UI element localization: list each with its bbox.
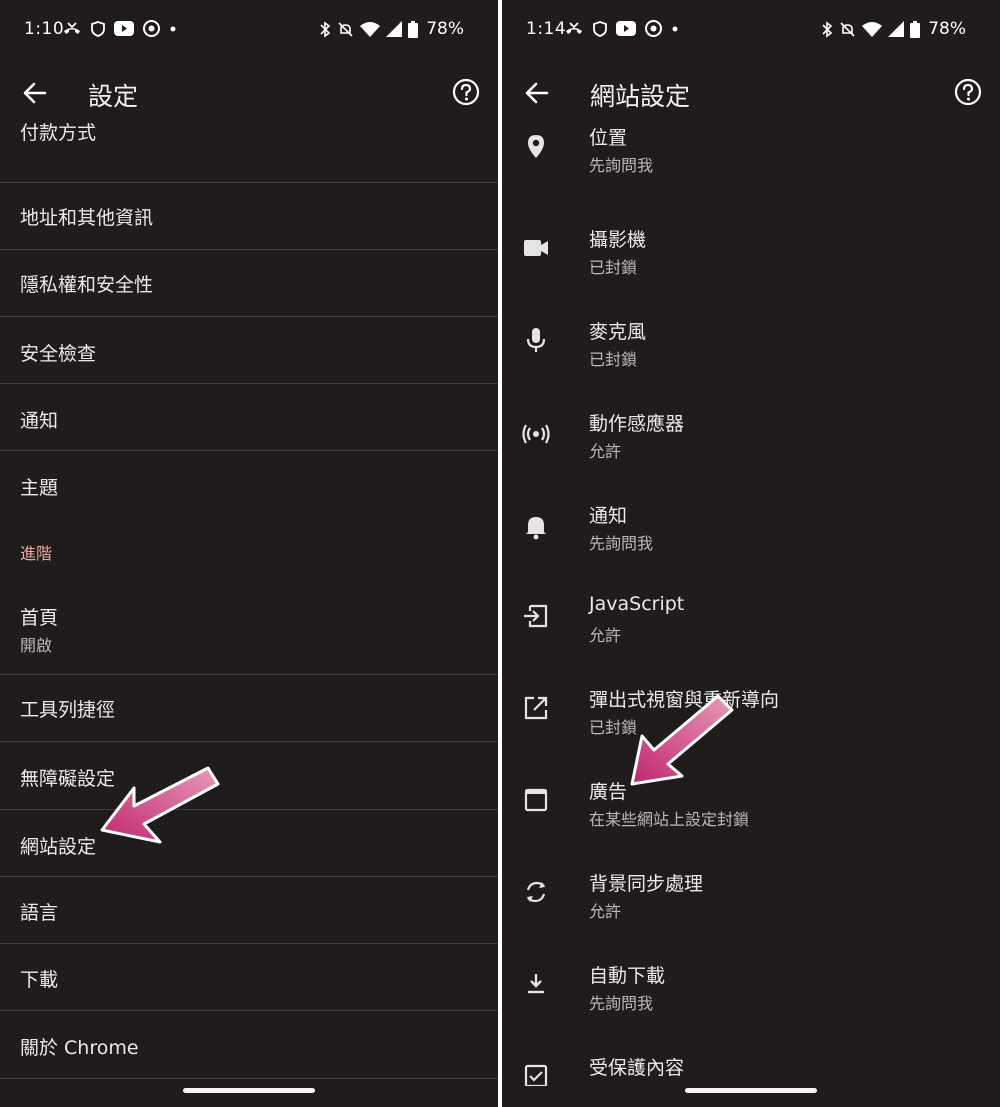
chrome-icon (645, 20, 662, 37)
site-setting-background-sync[interactable]: 背景同步處理 允許 (502, 852, 1000, 940)
motion-sensor-icon (522, 424, 550, 444)
status-time: 1:14 (526, 19, 567, 39)
signal-icon (386, 21, 403, 37)
site-setting-javascript[interactable]: JavaScript 允許 (502, 576, 1000, 664)
site-setting-notifications[interactable]: 通知 先詢問我 (502, 484, 1000, 572)
status-bar: 1:14 78% (502, 0, 1000, 60)
site-setting-location[interactable]: 位置 先詢問我 (502, 116, 1000, 204)
site-setting-protected-content[interactable]: 受保護內容 (502, 1036, 1000, 1086)
battery-percent: 78% (928, 19, 966, 39)
download-icon (528, 974, 544, 994)
bluetooth-icon (320, 20, 331, 38)
settings-item-payment[interactable]: 付款方式 (0, 108, 498, 183)
back-arrow-icon[interactable] (20, 78, 50, 108)
sync-icon (526, 881, 546, 903)
settings-screen: 1:10 78% 設定 付款方式 地址和其他資訊 隱私權和安全性 安全檢查 通知… (0, 0, 498, 1107)
ads-icon (524, 788, 548, 812)
site-setting-auto-downloads[interactable]: 自動下載 先詢問我 (502, 944, 1000, 1032)
battery-percent: 78% (426, 19, 464, 39)
battery-icon (408, 20, 419, 38)
bell-icon (526, 517, 546, 540)
settings-item-site-settings[interactable]: 網站設定 (0, 810, 498, 877)
settings-item-downloads[interactable]: 下載 (0, 944, 498, 1011)
wifi-icon (862, 22, 883, 37)
help-icon[interactable] (452, 78, 480, 106)
javascript-icon (524, 604, 548, 628)
settings-item-addresses[interactable]: 地址和其他資訊 (0, 183, 498, 250)
dot-icon (672, 26, 678, 31)
settings-item-theme[interactable]: 主題 (0, 451, 498, 521)
page-title: 網站設定 (590, 82, 691, 111)
bell-off-icon (840, 21, 855, 37)
settings-item-accessibility[interactable]: 無障礙設定 (0, 742, 498, 810)
youtube-icon (114, 21, 134, 36)
site-settings-screen: 1:14 78% 網站設定 位置 先詢問我 攝影機 已封鎖 麥克風 已封鎖 動作… (502, 0, 1000, 1107)
missed-call-icon (566, 21, 582, 34)
shield-icon (593, 20, 607, 37)
back-arrow-icon[interactable] (522, 78, 552, 108)
pointer-arrow-graphic (630, 694, 734, 786)
missed-call-icon (64, 21, 80, 34)
gesture-nav-bar[interactable] (183, 1088, 315, 1093)
bell-off-icon (338, 21, 353, 37)
site-setting-camera[interactable]: 攝影機 已封鎖 (502, 208, 1000, 296)
site-setting-popups[interactable]: 彈出式視窗與重新導向 已封鎖 (502, 668, 1000, 756)
gesture-nav-bar[interactable] (685, 1088, 817, 1093)
site-setting-motion-sensors[interactable]: 動作感應器 允許 (502, 392, 1000, 480)
settings-item-homepage[interactable]: 首頁 開啟 (0, 581, 498, 675)
protected-content-icon (524, 1064, 548, 1086)
settings-item-privacy[interactable]: 隱私權和安全性 (0, 250, 498, 317)
settings-item-notifications[interactable]: 通知 (0, 384, 498, 451)
microphone-icon (526, 328, 546, 352)
status-time: 1:10 (24, 19, 65, 39)
bluetooth-icon (822, 20, 833, 38)
chrome-icon (143, 20, 160, 37)
battery-icon (910, 20, 921, 38)
section-header-advanced: 進階 (20, 544, 53, 563)
pointer-arrow-graphic (100, 766, 220, 844)
status-bar: 1:10 78% (0, 0, 498, 60)
popup-icon (524, 696, 548, 720)
youtube-icon (616, 21, 636, 36)
shield-icon (91, 20, 105, 37)
settings-item-toolbar-shortcut[interactable]: 工具列捷徑 (0, 675, 498, 742)
settings-item-languages[interactable]: 語言 (0, 877, 498, 944)
dot-icon (170, 26, 176, 31)
wifi-icon (360, 22, 381, 37)
settings-item-about-chrome[interactable]: 關於 Chrome (0, 1011, 498, 1079)
site-setting-ads[interactable]: 廣告 在某些網站上設定封鎖 (502, 760, 1000, 850)
location-icon (528, 135, 544, 158)
settings-item-safety-check[interactable]: 安全檢查 (0, 317, 498, 384)
signal-icon (888, 21, 905, 37)
camera-icon (524, 240, 548, 256)
site-setting-microphone[interactable]: 麥克風 已封鎖 (502, 300, 1000, 388)
help-icon[interactable] (954, 78, 982, 106)
